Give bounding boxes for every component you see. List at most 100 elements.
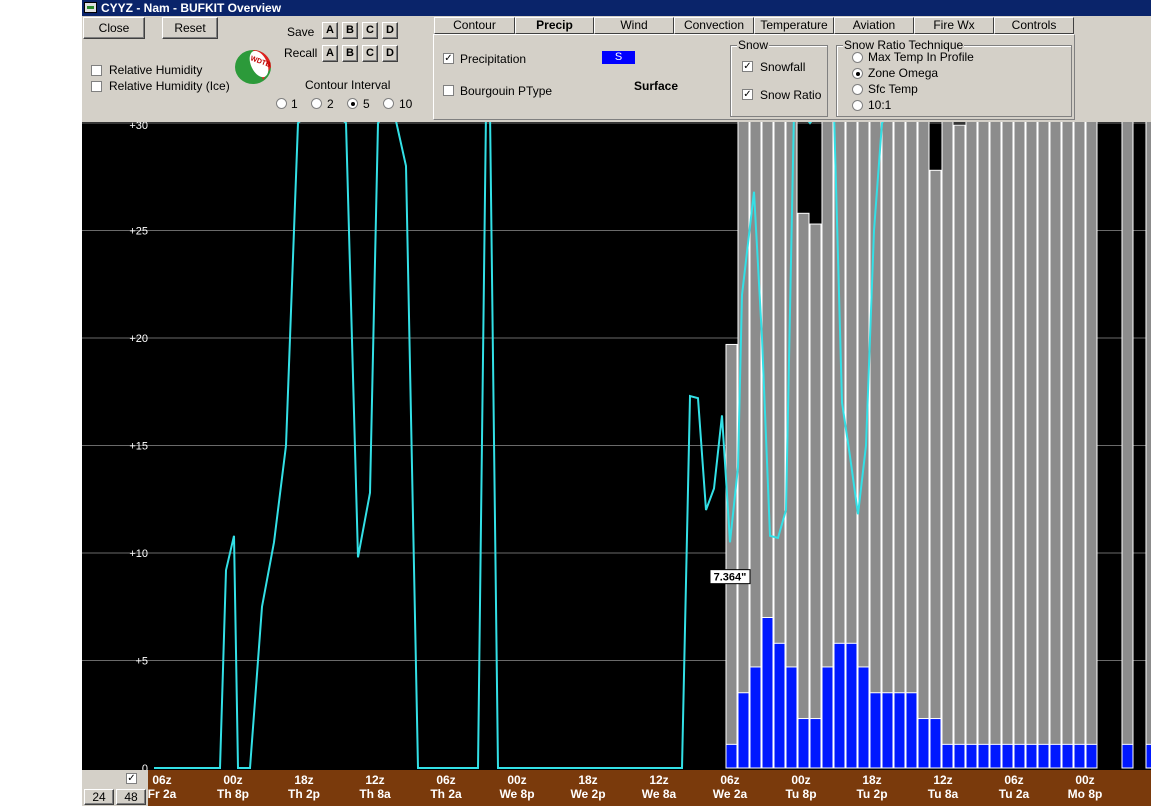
snowfall-bar — [833, 642, 846, 769]
contour-interval-5-radio[interactable] — [347, 98, 358, 109]
snowfall-chart: 0 +5 +10 +15 +20 +25 +30 7.364" — [82, 111, 1151, 775]
sfc-temp-radio[interactable] — [852, 84, 863, 95]
close-button[interactable]: Close — [83, 17, 145, 39]
reset-button[interactable]: Reset — [162, 17, 218, 39]
accumulation-bar — [1145, 119, 1151, 769]
zone-omega-label: Zone Omega — [868, 66, 939, 80]
accumulation-bar — [989, 119, 1002, 769]
accumulation-bar — [941, 119, 954, 769]
accumulation-bar — [977, 119, 990, 769]
accumulation-bar — [1121, 119, 1134, 769]
tab-contour[interactable]: Contour — [434, 17, 515, 34]
snowfall-bar — [953, 743, 966, 769]
snowfall-bar — [1085, 743, 1098, 769]
snowfall-bar — [941, 743, 954, 769]
precipitation-label: Precipitation — [460, 52, 527, 66]
accumulation-bar — [953, 124, 966, 769]
save-slot-c-button[interactable]: C — [362, 22, 378, 39]
contour-interval-2-radio[interactable] — [311, 98, 322, 109]
desktop-area — [0, 0, 82, 806]
x-tick-day: Tu 8a — [928, 787, 959, 801]
x-tick-day: Mo 8p — [1068, 787, 1103, 801]
x-tick-time: 18z — [294, 773, 313, 787]
ten-to-one-radio[interactable] — [852, 100, 863, 111]
snowfall-bar — [905, 692, 918, 769]
chart-area[interactable]: 0 +5 +10 +15 +20 +25 +30 7.364" — [82, 111, 1151, 775]
tab-temperature[interactable]: Temperature — [754, 17, 834, 34]
zone-omega-radio[interactable] — [852, 68, 863, 79]
x-tick-day: Fr 2a — [148, 787, 177, 801]
snowfall-bar — [1061, 743, 1074, 769]
accumulation-bar — [929, 169, 942, 769]
snowfall-bar — [785, 666, 798, 769]
accumulation-bar — [965, 119, 978, 769]
tab-controls[interactable]: Controls — [994, 17, 1074, 34]
recall-slot-a-button[interactable]: A — [322, 45, 338, 62]
x-tick-day: Tu 8p — [785, 787, 816, 801]
recall-slot-c-button[interactable]: C — [362, 45, 378, 62]
contour-interval-1-radio[interactable] — [276, 98, 287, 109]
save-slot-d-button[interactable]: D — [382, 22, 398, 39]
window-title: CYYZ - Nam - BUFKIT Overview — [101, 1, 282, 15]
snowfall-bar — [749, 666, 762, 769]
snowfall-bar — [1013, 743, 1026, 769]
y-tick-label: +25 — [129, 226, 148, 238]
hours-control: ✓ 24 48 — [82, 770, 148, 806]
snowfall-bar — [989, 743, 1002, 769]
y-tick-label: +15 — [129, 441, 148, 453]
snowfall-bar — [809, 718, 822, 769]
hours-24-button[interactable]: 24 — [84, 789, 114, 805]
x-tick-time: 18z — [578, 773, 597, 787]
precip-color-swatch[interactable]: S — [602, 51, 635, 64]
save-slot-a-button[interactable]: A — [322, 22, 338, 39]
x-tick-time: 00z — [223, 773, 242, 787]
accumulation-bar — [917, 119, 930, 769]
tab-fire-wx[interactable]: Fire Wx — [914, 17, 994, 34]
snowfall-bar — [869, 692, 882, 769]
contour-interval-label: Contour Interval — [305, 78, 391, 92]
x-tick-time: 00z — [791, 773, 810, 787]
wdtb-logo: WDTB — [235, 50, 271, 84]
save-slot-b-button[interactable]: B — [342, 22, 358, 39]
surface-label: Surface — [634, 79, 679, 93]
accumulation-bar — [737, 119, 750, 769]
x-tick-day: We 8a — [642, 787, 677, 801]
x-tick-day: Th 8a — [359, 787, 391, 801]
window-titlebar[interactable]: CYYZ - Nam - BUFKIT Overview — [82, 0, 1151, 16]
x-tick-day: We 2p — [570, 787, 605, 801]
hours-48-button[interactable]: 48 — [116, 789, 146, 805]
accumulation-bar — [905, 119, 918, 769]
recall-slot-b-button[interactable]: B — [342, 45, 358, 62]
relative-humidity-ice-checkbox[interactable] — [91, 81, 102, 92]
accumulation-bar — [1037, 119, 1050, 769]
snowfall-bar — [797, 718, 810, 769]
tab-convection[interactable]: Convection — [674, 17, 754, 34]
bourgouin-ptype-label: Bourgouin PType — [460, 84, 553, 98]
x-tick-day: We 2a — [713, 787, 748, 801]
contour-interval-10-radio[interactable] — [383, 98, 394, 109]
precipitation-checkbox[interactable]: ✓ — [443, 53, 454, 64]
recall-label: Recall — [284, 46, 318, 60]
accumulation-bar — [881, 119, 894, 769]
snowfall-bar — [917, 718, 930, 769]
x-tick-day: Th 2a — [430, 787, 462, 801]
snowfall-bar — [821, 666, 834, 769]
tab-precip[interactable]: Precip — [515, 17, 594, 34]
accumulation-bar — [1073, 119, 1086, 769]
snowfall-checkbox[interactable]: ✓ — [742, 61, 753, 72]
y-tick-label: 0 — [142, 763, 148, 770]
overlay-checkbox[interactable]: ✓ — [126, 773, 137, 784]
bourgouin-ptype-checkbox[interactable] — [443, 85, 454, 96]
accumulation-bar — [1001, 119, 1014, 769]
snow-ratio-checkbox[interactable]: ✓ — [742, 89, 753, 100]
accumulation-bar — [725, 343, 738, 769]
tab-wind[interactable]: Wind — [594, 17, 674, 34]
time-axis-svg: 06zFr 2a00zTh 8p18zTh 2p12zTh 8a06zTh 2a… — [148, 773, 1103, 801]
max-temp-in-profile-radio[interactable] — [852, 52, 863, 63]
relative-humidity-checkbox[interactable] — [91, 65, 102, 76]
accumulation-annotation: 7.364" — [714, 572, 747, 584]
accumulation-bar — [893, 119, 906, 769]
tab-aviation[interactable]: Aviation — [834, 17, 914, 34]
x-tick-day: Th 2p — [288, 787, 320, 801]
recall-slot-d-button[interactable]: D — [382, 45, 398, 62]
